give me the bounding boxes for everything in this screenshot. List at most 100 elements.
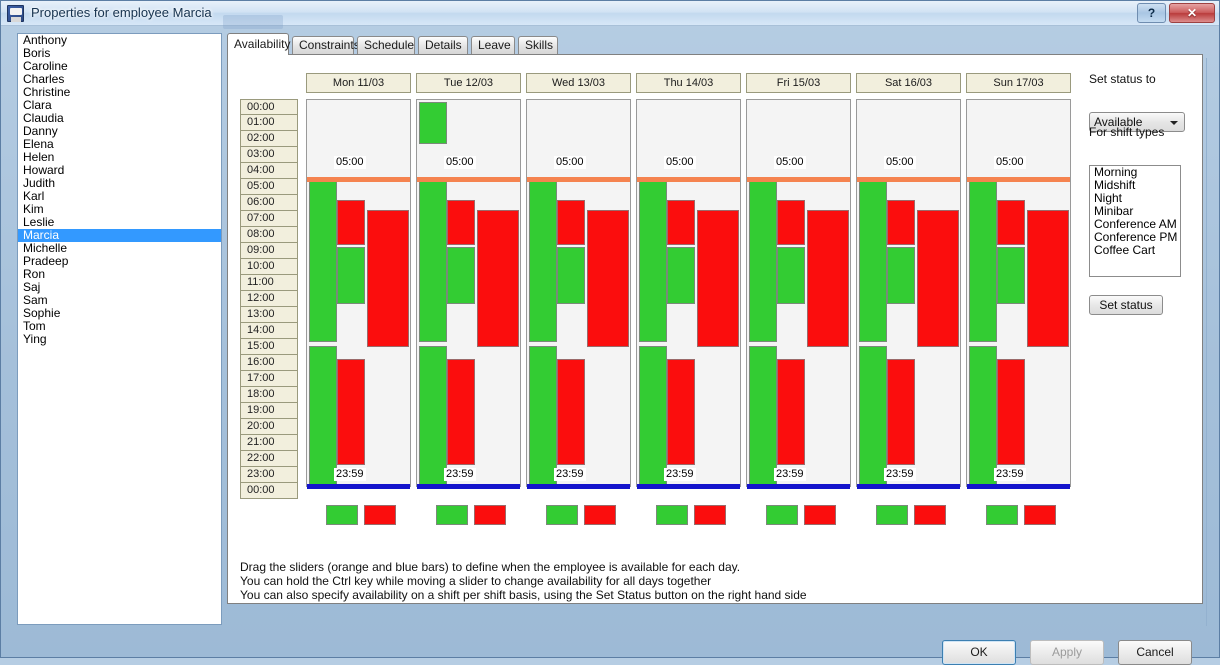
- legend-swatch-unavailable[interactable]: [584, 505, 616, 525]
- available-block[interactable]: [777, 247, 805, 304]
- day-column[interactable]: 05:00 23:59: [966, 99, 1071, 489]
- tab-availability[interactable]: Availability: [227, 33, 290, 55]
- start-time-slider[interactable]: [637, 176, 740, 182]
- employee-list-item[interactable]: Tom: [18, 320, 221, 333]
- legend-swatch-unavailable[interactable]: [694, 505, 726, 525]
- unavailable-block[interactable]: [367, 209, 409, 348]
- start-time-slider[interactable]: [417, 176, 520, 182]
- available-block[interactable]: [969, 345, 997, 488]
- day-column[interactable]: 05:00 23:59: [416, 99, 521, 489]
- day-column[interactable]: 05:00 23:59: [856, 99, 961, 489]
- available-block[interactable]: [859, 180, 887, 343]
- unavailable-block[interactable]: [997, 200, 1025, 246]
- unavailable-block[interactable]: [807, 209, 849, 348]
- day-column[interactable]: 05:00 23:59: [306, 99, 411, 489]
- unavailable-block[interactable]: [887, 358, 915, 466]
- available-block[interactable]: [529, 345, 557, 488]
- available-block[interactable]: [447, 247, 475, 304]
- end-time-slider[interactable]: [527, 484, 630, 489]
- available-block[interactable]: [749, 345, 777, 488]
- unavailable-block[interactable]: [447, 200, 475, 246]
- unavailable-block[interactable]: [917, 209, 959, 348]
- employee-list-item[interactable]: Ron: [18, 268, 221, 281]
- tab-schedule[interactable]: Schedule: [357, 36, 415, 54]
- cancel-button[interactable]: Cancel: [1118, 640, 1192, 665]
- unavailable-block[interactable]: [557, 200, 585, 246]
- unavailable-block[interactable]: [667, 200, 695, 246]
- start-time-slider[interactable]: [747, 176, 850, 182]
- tab-leave[interactable]: Leave: [471, 36, 515, 54]
- available-block[interactable]: [749, 180, 777, 343]
- end-time-slider[interactable]: [967, 484, 1070, 489]
- available-block[interactable]: [887, 247, 915, 304]
- unavailable-block[interactable]: [337, 358, 365, 466]
- available-block[interactable]: [557, 247, 585, 304]
- available-block[interactable]: [639, 345, 667, 488]
- unavailable-block[interactable]: [697, 209, 739, 348]
- unavailable-block[interactable]: [587, 209, 629, 348]
- legend-swatch-unavailable[interactable]: [804, 505, 836, 525]
- legend-swatch-available[interactable]: [546, 505, 578, 525]
- legend-swatch-unavailable[interactable]: [914, 505, 946, 525]
- available-block[interactable]: [859, 345, 887, 488]
- employee-list-item[interactable]: Sophie: [18, 307, 221, 320]
- day-column[interactable]: 05:00 23:59: [636, 99, 741, 489]
- unavailable-block[interactable]: [477, 209, 519, 348]
- tab-details[interactable]: Details: [418, 36, 468, 54]
- available-block[interactable]: [969, 180, 997, 343]
- legend-swatch-unavailable[interactable]: [474, 505, 506, 525]
- employee-list-item[interactable]: Pradeep: [18, 255, 221, 268]
- tab-skills[interactable]: Skills: [518, 36, 558, 54]
- legend-swatch-available[interactable]: [656, 505, 688, 525]
- start-time-slider[interactable]: [967, 176, 1070, 182]
- ok-button[interactable]: OK: [942, 640, 1016, 665]
- set-status-button[interactable]: Set status: [1089, 295, 1163, 315]
- available-block[interactable]: [419, 180, 447, 343]
- end-time-slider[interactable]: [747, 484, 850, 489]
- available-block[interactable]: [529, 180, 557, 343]
- unavailable-block[interactable]: [557, 358, 585, 466]
- legend-swatch-unavailable[interactable]: [1024, 505, 1056, 525]
- available-block[interactable]: [997, 247, 1025, 304]
- unavailable-block[interactable]: [777, 200, 805, 246]
- legend-swatch-available[interactable]: [326, 505, 358, 525]
- available-block[interactable]: [337, 247, 365, 304]
- unavailable-block[interactable]: [887, 200, 915, 246]
- available-block[interactable]: [667, 247, 695, 304]
- legend-swatch-available[interactable]: [986, 505, 1018, 525]
- shift-types-listbox[interactable]: Morning Midshift Night Minibar Conference AM…: [1089, 165, 1181, 277]
- unavailable-block[interactable]: [777, 358, 805, 466]
- available-block[interactable]: [419, 102, 447, 144]
- start-time-slider[interactable]: [307, 176, 410, 182]
- employee-list-item[interactable]: Karl: [18, 190, 221, 203]
- tab-constraints[interactable]: Constraints: [292, 36, 360, 54]
- close-button[interactable]: ✕: [1169, 3, 1215, 23]
- start-time-slider[interactable]: [527, 176, 630, 182]
- employee-list[interactable]: Anthony Boris Caroline Charles Christine Clar…: [17, 33, 222, 625]
- end-time-slider[interactable]: [417, 484, 520, 489]
- employee-list-item[interactable]: Ying: [18, 333, 221, 346]
- legend-swatch-available[interactable]: [876, 505, 908, 525]
- available-block[interactable]: [419, 345, 447, 488]
- shift-type-item[interactable]: Coffee Cart: [1090, 244, 1180, 257]
- available-block[interactable]: [309, 180, 337, 343]
- legend-swatch-available[interactable]: [436, 505, 468, 525]
- employee-list-item[interactable]: Judith: [18, 177, 221, 190]
- unavailable-block[interactable]: [1027, 209, 1069, 348]
- unavailable-block[interactable]: [447, 358, 475, 466]
- unavailable-block[interactable]: [337, 200, 365, 246]
- legend-swatch-unavailable[interactable]: [364, 505, 396, 525]
- unavailable-block[interactable]: [997, 358, 1025, 466]
- unavailable-block[interactable]: [667, 358, 695, 466]
- available-block[interactable]: [309, 345, 337, 488]
- day-column[interactable]: 05:00 23:59: [746, 99, 851, 489]
- end-time-slider[interactable]: [637, 484, 740, 489]
- end-time-slider[interactable]: [307, 484, 410, 489]
- available-block[interactable]: [639, 180, 667, 343]
- employee-list-item[interactable]: Saj: [18, 281, 221, 294]
- end-time-slider[interactable]: [857, 484, 960, 489]
- help-button[interactable]: ?: [1137, 3, 1166, 23]
- day-column[interactable]: 05:00 23:59: [526, 99, 631, 489]
- legend-swatch-available[interactable]: [766, 505, 798, 525]
- start-time-slider[interactable]: [857, 176, 960, 182]
